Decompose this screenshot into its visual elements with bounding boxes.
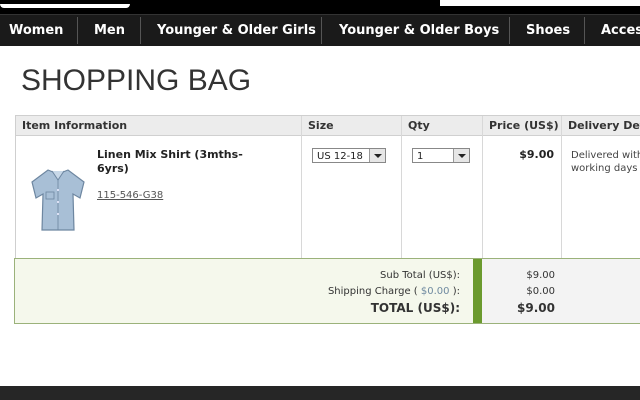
nav-divider <box>584 17 585 44</box>
nav-item-women[interactable]: Women <box>9 15 63 46</box>
item-price: $9.00 <box>519 148 554 161</box>
size-select[interactable]: US 12-18 <box>312 148 386 163</box>
shirt-icon[interactable] <box>26 164 90 234</box>
page-title: SHOPPING BAG <box>21 64 252 97</box>
nav-divider <box>321 17 322 44</box>
shipping-label-text: Shipping Charge ( <box>327 286 418 297</box>
chevron-down-icon[interactable] <box>453 149 469 162</box>
shipping-label-end: ): <box>452 286 460 297</box>
column-divider <box>561 116 562 258</box>
top-header <box>0 0 640 14</box>
shipping-value: $0.00 <box>526 286 555 297</box>
nav-item-accessories[interactable]: Acces <box>601 15 640 46</box>
footer-bar <box>0 386 640 400</box>
item-sku-link[interactable]: 115-546-G38 <box>97 190 163 201</box>
search-box[interactable] <box>440 0 640 6</box>
nav-divider <box>509 17 510 44</box>
order-summary: Sub Total (US$): Shipping Charge ( $0.00… <box>14 258 640 324</box>
column-divider <box>301 116 302 258</box>
nav-item-boys[interactable]: Younger & Older Boys <box>339 15 499 46</box>
main-nav: Women Men Younger & Older Girls Younger … <box>0 14 640 46</box>
logo[interactable] <box>0 0 130 8</box>
shipping-charge-link[interactable]: $0.00 <box>421 286 450 297</box>
nav-divider <box>77 17 78 44</box>
nav-divider <box>140 17 141 44</box>
total-label: TOTAL (US$): <box>370 301 460 315</box>
item-name: Linen Mix Shirt (3mths-6yrs) <box>97 148 243 175</box>
qty-select[interactable]: 1 <box>412 148 470 163</box>
summary-accent-bar <box>473 259 482 323</box>
total-value: $9.00 <box>517 301 555 315</box>
nav-item-girls[interactable]: Younger & Older Girls <box>157 15 316 46</box>
size-select-value: US 12-18 <box>317 151 363 162</box>
header-item-info: Item Information <box>22 119 128 132</box>
column-divider <box>401 116 402 258</box>
bag-table: Item Information Size Qty Price (US$) De… <box>15 115 640 258</box>
nav-item-men[interactable]: Men <box>94 15 125 46</box>
header-qty: Qty <box>408 119 430 132</box>
delivery-line: working days <box>571 163 638 174</box>
column-divider <box>482 116 483 258</box>
chevron-down-icon[interactable] <box>369 149 385 162</box>
subtotal-value: $9.00 <box>526 270 555 281</box>
nav-item-shoes[interactable]: Shoes <box>526 15 570 46</box>
shipping-label: Shipping Charge ( $0.00 ): <box>328 286 460 297</box>
subtotal-label: Sub Total (US$): <box>380 270 460 281</box>
header-size: Size <box>308 119 334 132</box>
table-header: Item Information Size Qty Price (US$) De… <box>16 116 640 136</box>
delivery-line: Delivered with <box>571 150 640 161</box>
delivery-details: Delivered with working days <box>571 149 640 175</box>
qty-select-value: 1 <box>417 151 424 162</box>
header-delivery: Delivery Det <box>568 119 640 132</box>
header-price: Price (US$) <box>489 119 559 132</box>
